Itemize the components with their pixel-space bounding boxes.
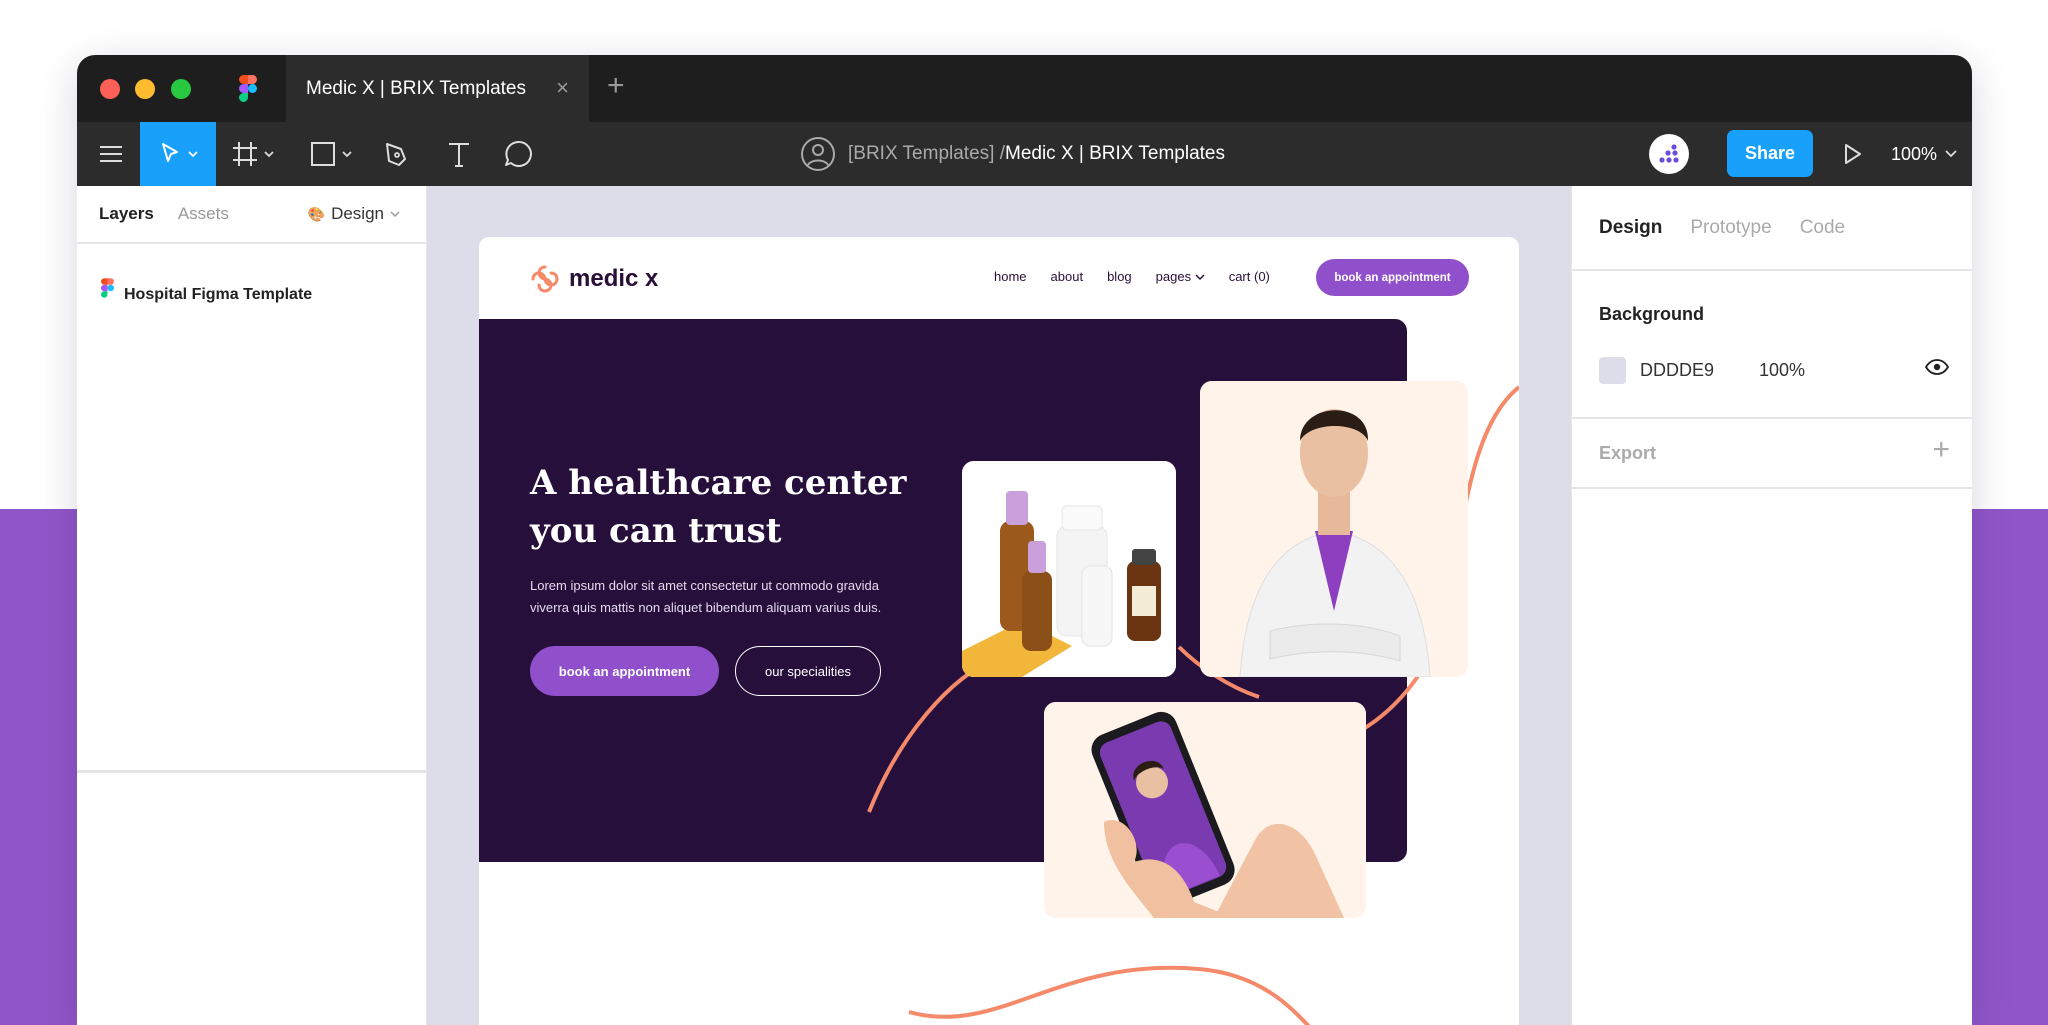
background-hex-input[interactable]: DDDDE9 — [1640, 360, 1714, 381]
figma-component-icon — [101, 278, 114, 298]
layer-name: Hospital Figma Template — [124, 286, 313, 303]
medicine-bottles-illustration — [962, 461, 1176, 677]
tab-design[interactable]: Design — [1599, 217, 1662, 239]
close-tab-icon[interactable]: × — [556, 75, 569, 101]
move-tool-icon[interactable] — [140, 122, 216, 186]
breadcrumb: [BRIX Templates] /Medic X | BRIX Templat… — [800, 122, 1225, 186]
tab-layers[interactable]: Layers — [99, 204, 154, 224]
doctor-portrait-image[interactable] — [1200, 381, 1468, 677]
background-color-swatch[interactable] — [1599, 357, 1626, 384]
page-selector-label: Design — [331, 204, 384, 223]
website-artboard[interactable]: medic x home about blog pages cart (0) b… — [479, 237, 1519, 1025]
telehealth-phone-image[interactable] — [1044, 702, 1366, 918]
tab-code[interactable]: Code — [1800, 217, 1845, 239]
panel-divider — [77, 770, 427, 773]
present-play-icon[interactable] — [1833, 122, 1873, 186]
figma-logo-icon[interactable] — [239, 75, 257, 102]
toolbar: [BRIX Templates] /Medic X | BRIX Templat… — [77, 122, 1972, 186]
chevron-down-icon — [1945, 150, 1957, 158]
text-tool-icon[interactable] — [439, 122, 479, 186]
eye-icon[interactable] — [1925, 359, 1949, 375]
team-avatar-icon — [801, 137, 835, 171]
add-export-icon[interactable]: + — [1932, 433, 1950, 467]
palette-icon: 🎨 — [307, 205, 326, 222]
figma-window: Medic X | BRIX Templates × + [BRIX Templ… — [77, 55, 1972, 1025]
zoom-value: 100% — [1891, 143, 1938, 164]
shape-tool-icon[interactable] — [305, 122, 361, 186]
layer-item[interactable]: Hospital Figma Template — [101, 272, 312, 304]
breadcrumb-team[interactable]: [BRIX Templates] / — [848, 143, 1005, 164]
user-dots-icon — [1659, 144, 1679, 163]
background-fill-row: DDDDE9 100% — [1599, 357, 1949, 384]
maximize-window-button[interactable] — [171, 79, 191, 99]
tab-prototype[interactable]: Prototype — [1690, 217, 1771, 239]
left-panel-tabs: Layers Assets 🎨 Design — [77, 186, 426, 244]
doctor-illustration — [1200, 381, 1468, 677]
phone-in-hand-illustration — [1044, 702, 1366, 918]
background-opacity-input[interactable]: 100% — [1759, 360, 1805, 381]
tab-assets[interactable]: Assets — [178, 204, 229, 224]
design-canvas[interactable]: medic x home about blog pages cart (0) b… — [427, 186, 1571, 1025]
medicine-bottles-image[interactable] — [962, 461, 1176, 677]
right-panel-tabs: Design Prototype Code — [1572, 186, 1972, 271]
close-window-button[interactable] — [100, 79, 120, 99]
new-tab-icon[interactable]: + — [607, 69, 625, 103]
zoom-dropdown[interactable]: 100% — [1891, 122, 1957, 186]
main-menu-icon[interactable] — [91, 122, 131, 186]
layers-panel: Layers Assets 🎨 Design Hospital Figma Te… — [77, 186, 427, 1025]
file-tab[interactable]: Medic X | BRIX Templates × — [286, 55, 589, 122]
share-button[interactable]: Share — [1727, 130, 1813, 177]
chevron-down-icon — [390, 210, 400, 217]
background-heading: Background — [1599, 304, 1705, 324]
background-section: Background DDDDE9 100% — [1572, 271, 1972, 419]
comment-tool-icon[interactable] — [499, 122, 539, 186]
page-selector[interactable]: 🎨 Design — [308, 204, 400, 224]
minimize-window-button[interactable] — [135, 79, 155, 99]
export-heading: Export — [1599, 443, 1657, 463]
title-bar: Medic X | BRIX Templates × + — [77, 55, 1972, 122]
properties-panel: Design Prototype Code Background DDDDE9 … — [1571, 186, 1972, 1025]
user-avatar[interactable] — [1649, 134, 1689, 174]
file-tab-title: Medic X | BRIX Templates — [306, 77, 527, 99]
breadcrumb-file[interactable]: Medic X | BRIX Templates — [1005, 143, 1225, 164]
export-section: Export + — [1572, 419, 1972, 489]
frame-tool-icon[interactable] — [227, 122, 283, 186]
pen-tool-icon[interactable] — [377, 122, 417, 186]
